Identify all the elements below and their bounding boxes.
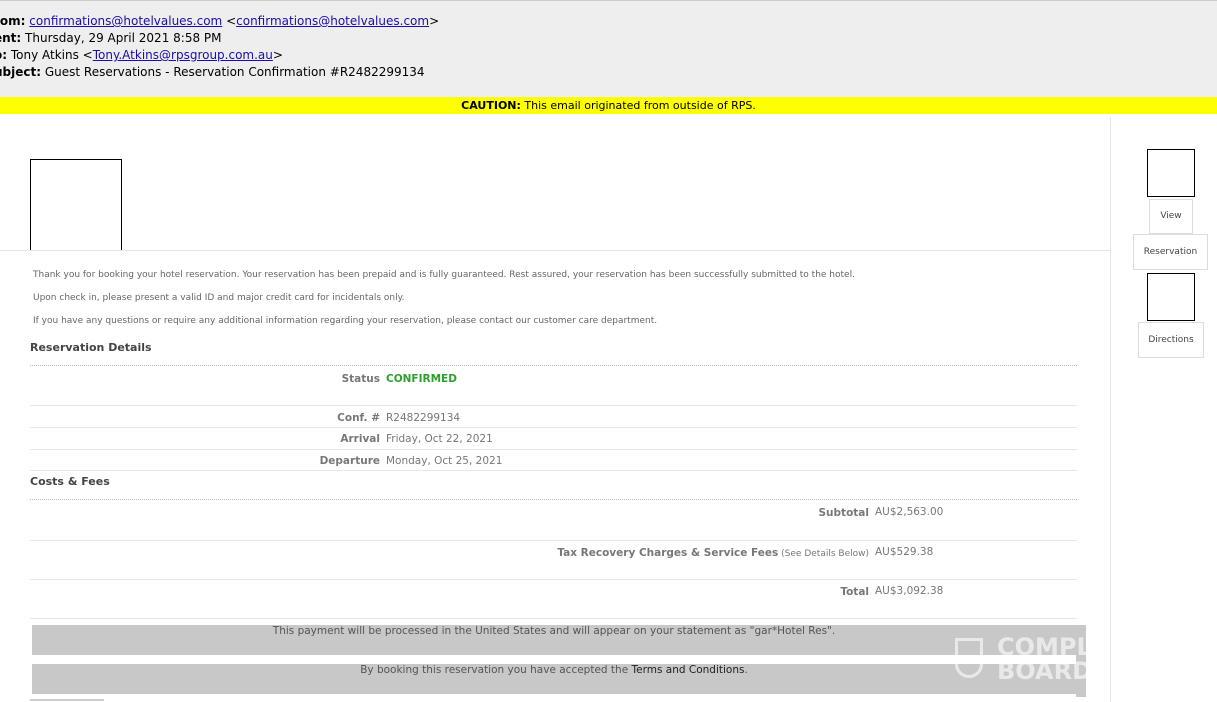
divider	[30, 470, 1077, 471]
tax-note: (See Details Below)	[778, 549, 869, 559]
intro-paragraph-3: If you have any questions or require any…	[33, 316, 658, 326]
reservation-details-title: Reservation Details	[30, 341, 152, 354]
payment-notice: This payment will be processed in the Un…	[32, 625, 1076, 655]
subject-label: ubject:	[0, 65, 42, 79]
header-separator	[0, 250, 1110, 251]
view-button[interactable]: View	[1149, 199, 1193, 234]
subject-value: Guest Reservations - Reservation Confirm…	[41, 65, 425, 79]
sent-label: ent:	[0, 31, 22, 45]
from-close: >	[429, 14, 440, 28]
divider	[30, 618, 1077, 619]
subtotal-label: Subtotal	[818, 507, 870, 519]
sent-line: ent: Thursday, 29 April 2021 8:58 PM	[0, 31, 222, 45]
status-label: Status	[341, 373, 380, 385]
conf-label: Conf. #	[337, 412, 380, 424]
total-label: Total	[840, 586, 869, 598]
reservation-button[interactable]: Reservation	[1133, 234, 1208, 270]
from-open: <	[222, 14, 237, 28]
directions-button[interactable]: Directions	[1138, 322, 1204, 358]
subtotal-value: AU$2,563.00	[875, 506, 944, 518]
intro-paragraph-1: Thank you for booking your hotel reserva…	[33, 270, 855, 280]
subject-line: ubject: Guest Reservations - Reservation…	[0, 65, 425, 79]
terms-prefix: By booking this reservation you have acc…	[360, 664, 632, 676]
costs-fees-title: Costs & Fees	[30, 475, 110, 488]
to-email-link[interactable]: Tony.Atkins@rpsgroup.com.au	[93, 48, 273, 62]
divider	[30, 405, 1077, 406]
from-label: rom:	[0, 14, 26, 28]
tax-value: AU$529.38	[875, 546, 934, 558]
caution-banner: CAUTION: This email originated from outs…	[0, 97, 1217, 114]
divider	[30, 540, 1077, 541]
from-line: rom: confirmations@hotelvalues.com <conf…	[0, 14, 439, 28]
email-header: rom: confirmations@hotelvalues.com <conf…	[0, 0, 1217, 97]
watermark-line-1: COMPL	[997, 633, 1092, 661]
tax-label: Tax Recovery Charges & Service Fees (See…	[30, 547, 869, 559]
arrival-value: Friday, Oct 22, 2021	[386, 433, 493, 445]
departure-label: Departure	[319, 455, 380, 467]
departure-value: Monday, Oct 25, 2021	[386, 455, 503, 467]
divider	[30, 427, 1077, 428]
status-value: CONFIRMED	[386, 373, 457, 385]
footer-divider	[30, 699, 104, 701]
shield-icon	[955, 638, 983, 678]
to-label: o:	[0, 48, 8, 62]
payment-notice-text: This payment will be processed in the Un…	[272, 625, 836, 637]
directions-icon-placeholder[interactable]	[1147, 273, 1195, 321]
terms-notice: By booking this reservation you have acc…	[32, 664, 1076, 694]
total-value: AU$3,092.38	[875, 585, 944, 597]
to-name: Tony Atkins <	[7, 48, 93, 62]
terms-link[interactable]: Terms and Conditions	[632, 664, 745, 676]
divider	[30, 579, 1077, 580]
divider	[30, 449, 1077, 450]
sent-value: Thursday, 29 April 2021 8:58 PM	[21, 31, 222, 45]
from-email-link[interactable]: confirmations@hotelvalues.com	[29, 14, 222, 28]
watermark-line-2: BOARD	[997, 657, 1093, 685]
tax-label-text: Tax Recovery Charges & Service Fees	[557, 547, 779, 559]
caution-label: CAUTION:	[461, 99, 521, 112]
hotel-logo-placeholder	[30, 159, 122, 251]
intro-paragraph-2: Upon check in, please present a valid ID…	[33, 293, 405, 303]
view-reservation-icon-placeholder[interactable]	[1147, 149, 1195, 197]
caution-text: This email originated from outside of RP…	[520, 99, 756, 112]
terms-suffix: .	[744, 664, 748, 676]
to-close: >	[272, 48, 283, 62]
arrival-label: Arrival	[340, 433, 380, 445]
to-line: o: Tony Atkins <Tony.Atkins@rpsgroup.com…	[0, 48, 283, 62]
from-email-link-2[interactable]: confirmations@hotelvalues.com	[236, 14, 429, 28]
conf-value: R2482299134	[386, 412, 461, 424]
divider	[30, 365, 1077, 366]
divider	[30, 499, 1077, 500]
sidebar-divider	[1110, 117, 1111, 702]
